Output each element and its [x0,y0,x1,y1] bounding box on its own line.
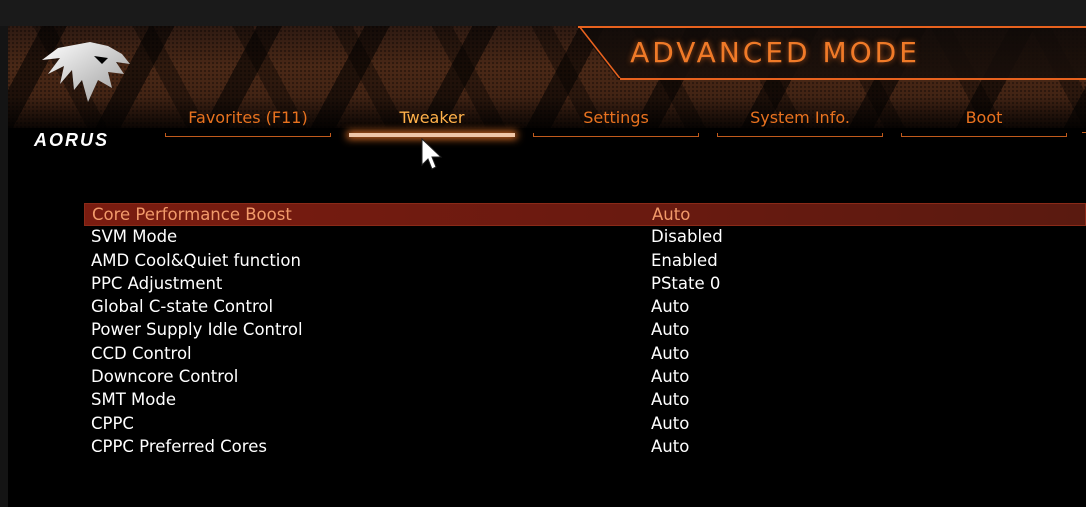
setting-label: PPC Adjustment [91,273,223,293]
setting-value[interactable]: Enabled [651,251,718,270]
setting-row-smt-mode[interactable]: SMT Mode Auto [84,389,1086,412]
tab-tweaker[interactable]: Tweaker [349,108,515,138]
tab-boot[interactable]: Boot [901,108,1067,138]
setting-row-global-c-state[interactable]: Global C-state Control Auto [84,296,1086,319]
tab-favorites[interactable]: Favorites (F11) [165,108,331,138]
setting-label: SMT Mode [91,390,176,410]
mode-title: ADVANCED MODE [630,36,920,69]
tab-system-info-label: System Info. [750,108,850,127]
setting-row-ppc-adjustment[interactable]: PPC Adjustment PState 0 [84,273,1086,296]
tab-boot-label: Boot [965,108,1003,127]
setting-value[interactable]: Auto [651,390,689,409]
setting-row-power-supply-idle[interactable]: Power Supply Idle Control Auto [84,319,1086,342]
setting-value[interactable]: Auto [652,205,690,224]
setting-value[interactable]: Auto [651,367,689,386]
setting-row-amd-cool-quiet[interactable]: AMD Cool&Quiet function Enabled [84,250,1086,273]
setting-value[interactable]: Auto [651,437,689,456]
setting-label: Core Performance Boost [92,205,292,224]
settings-list: Core Performance Boost Auto SVM Mode Dis… [84,203,1086,459]
setting-row-cppc-preferred-cores[interactable]: CPPC Preferred Cores Auto [84,436,1086,459]
setting-row-ccd-control[interactable]: CCD Control Auto [84,343,1086,366]
setting-label: AMD Cool&Quiet function [91,250,301,270]
setting-value[interactable]: Auto [651,320,689,339]
setting-row-svm-mode[interactable]: SVM Mode Disabled [84,226,1086,249]
setting-row-core-performance-boost[interactable]: Core Performance Boost Auto [84,203,1086,227]
setting-value[interactable]: Auto [651,297,689,316]
tab-settings[interactable]: Settings [533,108,699,138]
setting-value[interactable]: Auto [651,344,689,363]
brand-logo-text: AORUS [34,130,110,150]
active-tab-indicator [349,133,515,137]
setting-value[interactable]: Auto [651,414,689,433]
setting-label: CPPC Preferred Cores [91,436,267,456]
setting-label: Global C-state Control [91,297,274,317]
setting-value[interactable]: PState 0 [651,274,720,293]
window-top-strip [0,0,1086,26]
tab-tweaker-label: Tweaker [399,108,465,127]
setting-row-cppc[interactable]: CPPC Auto [84,413,1086,436]
setting-label: CPPC [91,413,134,433]
aorus-eagle-logo-icon [42,42,130,102]
setting-label: Power Supply Idle Control [91,320,303,340]
mouse-pointer-icon [421,138,443,170]
setting-label: Downcore Control [91,367,239,387]
bios-screen: ADVANCED MODE AORUS Favorites (F11) Twea… [8,26,1086,507]
setting-row-downcore-control[interactable]: Downcore Control Auto [84,366,1086,389]
tab-system-info[interactable]: System Info. [717,108,883,138]
setting-label: SVM Mode [91,227,178,247]
setting-label: CCD Control [91,343,192,363]
setting-value[interactable]: Disabled [651,227,723,246]
tab-favorites-label: Favorites (F11) [188,108,308,127]
tab-settings-label: Settings [583,108,649,127]
